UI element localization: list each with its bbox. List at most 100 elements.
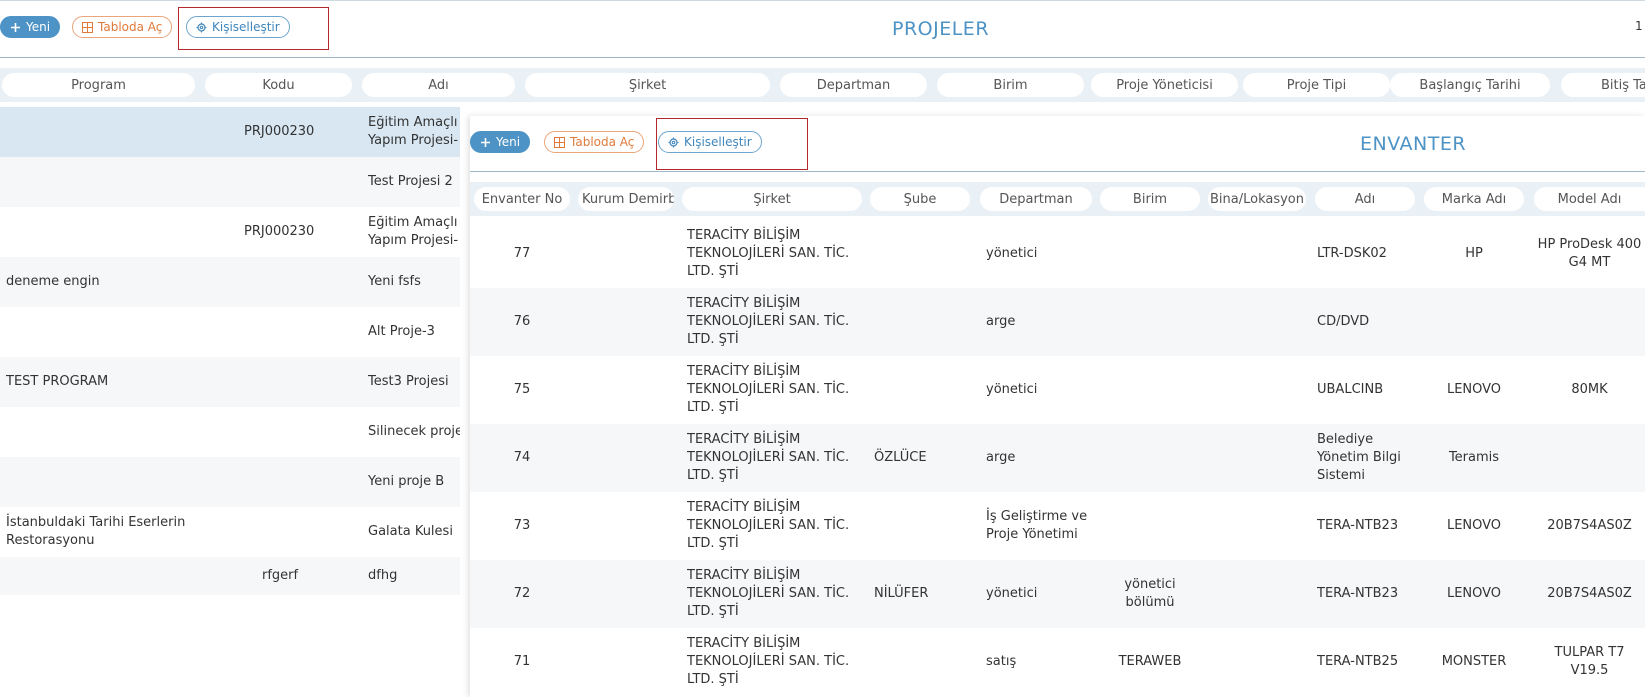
col-header-adi[interactable]: Adı [362, 73, 515, 97]
cell-sirket: TERACİTY BİLİŞİM TEKNOLOJİLERİ SAN. TİC.… [687, 636, 850, 687]
table-row[interactable]: 73 TERACİTY BİLİŞİM TEKNOLOJİLERİ SAN. T… [470, 492, 1645, 560]
cell-kodu [244, 157, 354, 207]
cell-bina [1212, 628, 1306, 696]
projeler-new-button[interactable]: Yeni [0, 16, 61, 38]
cell-adi: Galata Kulesi [368, 524, 453, 539]
cell-program: TEST PROGRAM [6, 374, 109, 389]
envanter-header-row: Envanter No Kurum Demirbaş Şirket Şube D… [470, 182, 1645, 216]
toolbar-separator [470, 171, 1645, 172]
table-row[interactable]: Yeni proje B [0, 457, 460, 507]
table-row[interactable]: 74 TERACİTY BİLİŞİM TEKNOLOJİLERİ SAN. T… [470, 424, 1645, 492]
table-row[interactable]: Silinecek proje [0, 407, 460, 457]
table-row[interactable]: 72 TERACİTY BİLİŞİM TEKNOLOJİLERİ SAN. T… [470, 560, 1645, 628]
cell-envanter-no: 72 [513, 586, 531, 601]
cell-envanter-no: 71 [513, 654, 531, 669]
col-header-departman[interactable]: Departman [780, 73, 927, 97]
col-header-program[interactable]: Program [2, 73, 195, 97]
col-header-birim[interactable]: Birim [937, 73, 1084, 97]
projeler-header-row: Program Kodu Adı Şirket Departman Birim … [0, 68, 1645, 102]
cell-adi: TERA-NTB23 [1317, 518, 1399, 533]
cell-sube [874, 220, 974, 288]
cell-sirket: TERACİTY BİLİŞİM TEKNOLOJİLERİ SAN. TİC.… [687, 568, 850, 619]
table-row[interactable]: PRJ000230 Eğitim Amaçlı Yapım Projesi- [0, 207, 460, 257]
cell-adi: Eğitim Amaçlı Yapım Projesi- [368, 207, 460, 257]
cell-departman: arge [986, 450, 1016, 465]
cell-adi-line1: Eğitim Amaçlı [368, 215, 458, 230]
cell-model: 20B7S4AS0Z [1547, 518, 1632, 533]
table-row[interactable]: Alt Proje-3 [0, 307, 460, 357]
cell-program [6, 307, 236, 357]
cell-program [6, 157, 236, 207]
cell-departman: arge [986, 314, 1016, 329]
cell-model [1534, 424, 1645, 492]
cell-kodu: rfgerf [262, 568, 299, 583]
cell-envanter-no: 73 [513, 518, 531, 533]
table-row[interactable]: 75 TERACİTY BİLİŞİM TEKNOLOJİLERİ SAN. T… [470, 356, 1645, 424]
cell-departman: yönetici [986, 586, 1038, 601]
cell-departman: satış [986, 654, 1017, 669]
table-row[interactable]: PRJ000230 Eğitim Amaçlı Yapım Projesi- [0, 107, 460, 157]
cell-adi-line1: Eğitim Amaçlı [368, 115, 458, 130]
col-header-envanter-no[interactable]: Envanter No [474, 187, 570, 211]
cell-program [6, 457, 236, 507]
table-row[interactable]: 77 TERACİTY BİLİŞİM TEKNOLOJİLERİ SAN. T… [470, 220, 1645, 288]
page-title: PROJELER [892, 18, 990, 40]
col-header-adi[interactable]: Adı [1315, 187, 1415, 211]
cell-kodu [244, 357, 354, 407]
cell-departman: İş Geliştirme ve Proje Yönetimi [986, 509, 1088, 542]
col-header-sirket[interactable]: Şirket [525, 73, 770, 97]
col-header-kurum-demirbas[interactable]: Kurum Demirbaş [578, 187, 674, 211]
cell-birim [1100, 220, 1200, 288]
cell-program [6, 407, 236, 457]
cell-kodu [244, 457, 354, 507]
new-button-label: Yeni [26, 20, 51, 34]
cell-adi: TERA-NTB25 [1317, 654, 1399, 669]
table-row[interactable]: Test Projesi 2 [0, 157, 460, 207]
projeler-open-table-button[interactable]: Tabloda Aç [72, 16, 173, 38]
cell-sirket: TERACİTY BİLİŞİM TEKNOLOJİLERİ SAN. TİC.… [687, 364, 850, 415]
cell-bina [1212, 492, 1306, 560]
cell-departman: yönetici [986, 382, 1038, 397]
toolbar-separator [0, 57, 1645, 58]
new-button-label: Yeni [496, 135, 521, 149]
cell-bina [1212, 356, 1306, 424]
cell-marka: HP [1465, 246, 1483, 261]
col-header-sube[interactable]: Şube [870, 187, 970, 211]
cell-kodu [244, 307, 354, 357]
cell-sirket: TERACİTY BİLİŞİM TEKNOLOJİLERİ SAN. TİC.… [687, 228, 850, 279]
page-title: ENVANTER [1360, 133, 1467, 155]
table-row[interactable]: rfgerf dfhg [0, 557, 460, 595]
cell-adi: Test3 Projesi [368, 374, 449, 389]
cell-model: 20B7S4AS0Z [1547, 586, 1632, 601]
cell-marka [1424, 288, 1524, 356]
table-row[interactable]: deneme engin Yeni fsfs [0, 257, 460, 307]
table-row[interactable]: 76 TERACİTY BİLİŞİM TEKNOLOJİLERİ SAN. T… [470, 288, 1645, 356]
envanter-open-table-button[interactable]: Tabloda Aç [544, 131, 645, 153]
col-header-bina-lokasyon[interactable]: Bina/Lokasyon [1208, 187, 1306, 211]
col-header-model-adi[interactable]: Model Adı [1534, 187, 1645, 211]
col-header-marka-adi[interactable]: Marka Adı [1424, 187, 1524, 211]
cell-program [6, 107, 236, 157]
col-header-proje-yoneticisi[interactable]: Proje Yöneticisi [1091, 73, 1238, 97]
cell-adi: Silinecek proje [368, 424, 460, 439]
table-row[interactable]: İstanbuldaki Tarihi Eserlerin Restorasyo… [0, 507, 460, 557]
col-header-departman[interactable]: Departman [980, 187, 1092, 211]
cell-sube [874, 288, 974, 356]
page-indicator: 1 [1635, 19, 1643, 33]
table-row[interactable]: 71 TERACİTY BİLİŞİM TEKNOLOJİLERİ SAN. T… [470, 628, 1645, 696]
col-header-bitis-tarihi[interactable]: Bitiş Ta [1561, 73, 1645, 97]
table-icon [82, 21, 93, 33]
cell-kurum-demirbas [578, 220, 674, 288]
cell-sirket: TERACİTY BİLİŞİM TEKNOLOJİLERİ SAN. TİC.… [687, 500, 850, 551]
cell-birim: TERAWEB [1118, 654, 1182, 669]
col-header-baslangic-tarihi[interactable]: Başlangıç Tarihi [1390, 73, 1550, 97]
cell-envanter-no: 77 [513, 246, 531, 261]
col-header-birim[interactable]: Birim [1100, 187, 1200, 211]
cell-kurum-demirbas [578, 628, 674, 696]
col-header-proje-tipi[interactable]: Proje Tipi [1243, 73, 1390, 97]
col-header-kodu[interactable]: Kodu [205, 73, 352, 97]
table-row[interactable]: TEST PROGRAM Test3 Projesi [0, 357, 460, 407]
col-header-sirket[interactable]: Şirket [682, 187, 862, 211]
envanter-new-button[interactable]: Yeni [470, 131, 531, 153]
cell-kurum-demirbas [578, 288, 674, 356]
